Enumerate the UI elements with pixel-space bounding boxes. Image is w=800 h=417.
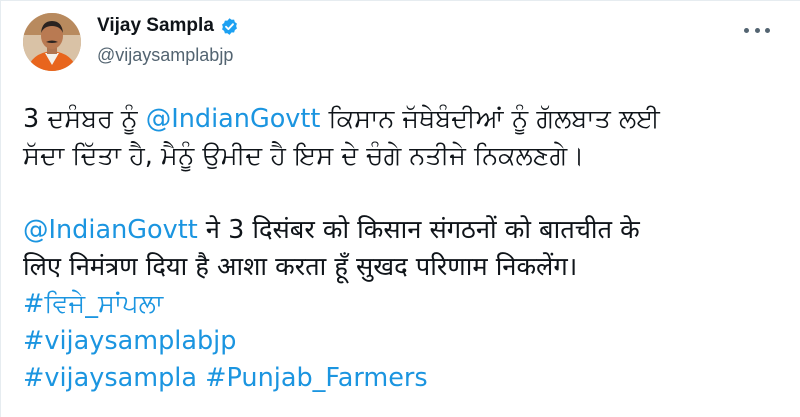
more-dot: [744, 27, 749, 33]
hashtag-vijay-sampla-punjabi[interactable]: #ਵਿਜੇ_ਸਾਂਪਲਾ: [23, 289, 163, 319]
hindi-line-2: लिए निमंत्रण दिया है आशा करता हूँ सुखद प…: [23, 252, 578, 282]
hindi-line-1-suffix: ने 3 दिसंबर को किसान संगठनों को बातचीत क…: [197, 215, 640, 245]
hashtag-punjab-farmers[interactable]: #Punjab_Farmers: [205, 363, 428, 393]
punjabi-line-1-suffix: ਕਿਸਾਨ ਜੱਥੇਬੰਦੀਆਂ ਨੂੰ ਗੱਲਬਾਤ ਲਈ: [320, 104, 660, 134]
hashtag-line-3: #vijaysampla #Punjab_Farmers: [23, 360, 793, 397]
hashtag-vijaysampla[interactable]: #vijaysampla: [23, 363, 197, 393]
punjabi-line-1: 3 ਦਸੰਬਰ ਨੂੰ @IndianGovtt ਕਿਸਾਨ ਜੱਥੇਬੰਦੀਆ…: [23, 101, 793, 138]
author-name-row[interactable]: Vijay Sampla: [97, 15, 239, 37]
author-name[interactable]: Vijay Sampla: [97, 15, 214, 37]
hashtag-line-1: #ਵਿਜੇ_ਸਾਂਪਲਾ: [23, 286, 793, 323]
hindi-line-1: @IndianGovtt ने 3 दिसंबर को किसान संगठनो…: [23, 212, 793, 249]
tweet-card: Vijay Sampla @vijaysamplabjp 3 ਦਸੰਬਰ ਨੂੰ…: [0, 0, 800, 417]
author-handle[interactable]: @vijaysamplabjp: [97, 45, 233, 66]
punjabi-line-1-prefix: 3 ਦਸੰਬਰ ਨੂੰ: [23, 104, 146, 134]
avatar[interactable]: [23, 13, 81, 71]
mention-indiangovtt-punjabi[interactable]: @IndianGovtt: [146, 104, 321, 134]
verified-badge-icon: [221, 17, 237, 35]
mention-indiangovtt-hindi[interactable]: @IndianGovtt: [23, 215, 198, 245]
hashtag-vijaysamplabjp[interactable]: #vijaysamplabjp: [23, 326, 236, 356]
more-dot: [765, 27, 770, 33]
tweet-text: 3 ਦਸੰਬਰ ਨੂੰ @IndianGovtt ਕਿਸਾਨ ਜੱਥੇਬੰਦੀਆ…: [23, 101, 793, 397]
more-dot: [754, 27, 760, 33]
punjabi-line-2: ਸੱਦਾ ਦਿੱਤਾ ਹੈ, ਮੈਨੂੰ ਉਮੀਦ ਹੈ ਇਸ ਦੇ ਚੰਗੇ …: [23, 141, 585, 171]
more-options-icon[interactable]: [744, 23, 770, 37]
hashtag-line-2: #vijaysamplabjp: [23, 323, 793, 360]
